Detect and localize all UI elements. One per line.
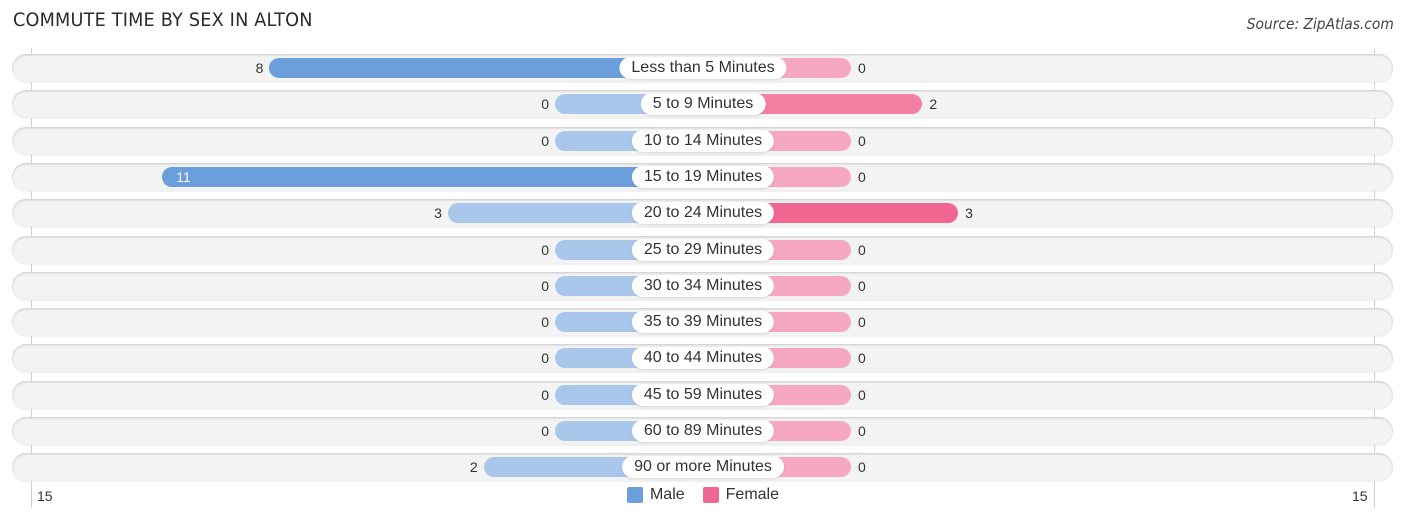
female-value-label: 0	[858, 60, 866, 76]
male-value-label: 3	[434, 205, 442, 222]
female-value-label: 0	[858, 277, 866, 294]
female-value-label: 0	[858, 241, 866, 258]
chart-row: 2 0 90 or more Minutes	[12, 453, 1393, 482]
female-value-label: 0	[858, 314, 866, 331]
chart-row: 8 0 Less than 5 Minutes	[12, 54, 1393, 82]
male-value-label: 0	[541, 386, 549, 403]
male-value-label: 0	[541, 96, 549, 113]
category-label: 20 to 24 Minutes	[631, 202, 775, 225]
female-value-label: 0	[858, 350, 866, 367]
category-label: Less than 5 Minutes	[619, 57, 787, 79]
legend-swatch-female	[702, 487, 719, 503]
chart-row: 0 0 10 to 14 Minutes	[12, 126, 1393, 155]
male-value-label: 0	[541, 132, 549, 149]
male-value-label: 8	[255, 60, 264, 76]
chart-row: 0 2 5 to 9 Minutes	[12, 90, 1393, 119]
male-value-label: 0	[541, 314, 549, 331]
female-value-label: 0	[858, 386, 866, 403]
chart-row: 3 3 20 to 24 Minutes	[12, 199, 1393, 228]
legend-label-female: Female	[725, 486, 780, 503]
category-label: 45 to 59 Minutes	[631, 383, 775, 406]
male-bar[interactable]	[162, 166, 703, 187]
female-value-label: 2	[929, 96, 938, 113]
female-value-label: 0	[858, 132, 866, 149]
female-value-label: 3	[965, 205, 973, 222]
chart-title: COMMUTE TIME BY SEX IN ALTON	[13, 9, 313, 31]
chart-row: 11 0 15 to 19 Minutes	[12, 162, 1393, 191]
category-label: 90 or more Minutes	[622, 456, 784, 479]
category-label: 35 to 39 Minutes	[631, 311, 775, 334]
category-label: 25 to 29 Minutes	[631, 238, 775, 261]
female-value-label: 0	[858, 423, 866, 439]
legend-swatch-male	[626, 487, 643, 503]
male-value-label: 11	[176, 168, 191, 185]
chart-row: 0 0 45 to 59 Minutes	[12, 380, 1393, 409]
male-value-label: 0	[541, 423, 549, 439]
legend-item-male[interactable]: Male	[626, 486, 685, 504]
chart-row: 0 0 60 to 89 Minutes	[12, 417, 1393, 445]
source-label: Source: ZipAtlas.com	[1247, 15, 1394, 33]
chart-row: 0 0 25 to 29 Minutes	[12, 235, 1393, 264]
chart-row: 0 0 35 to 39 Minutes	[12, 308, 1393, 337]
male-value-label: 2	[469, 459, 478, 476]
legend: Male Female	[0, 486, 1406, 504]
category-label: 30 to 34 Minutes	[631, 274, 775, 297]
male-value-label: 0	[541, 241, 549, 258]
legend-item-female[interactable]: Female	[702, 486, 780, 504]
category-label: 15 to 19 Minutes	[631, 165, 775, 188]
category-label: 5 to 9 Minutes	[640, 93, 766, 116]
female-value-label: 0	[858, 459, 866, 476]
chart-row: 0 0 30 to 34 Minutes	[12, 271, 1393, 300]
legend-label-male: Male	[649, 486, 685, 503]
category-label: 40 to 44 Minutes	[631, 347, 775, 370]
category-label: 10 to 14 Minutes	[631, 129, 775, 152]
male-value-label: 0	[541, 350, 549, 367]
chart-row: 0 0 40 to 44 Minutes	[12, 344, 1393, 373]
category-label: 60 to 89 Minutes	[631, 420, 775, 442]
female-value-label: 0	[858, 168, 866, 185]
male-value-label: 0	[541, 277, 549, 294]
